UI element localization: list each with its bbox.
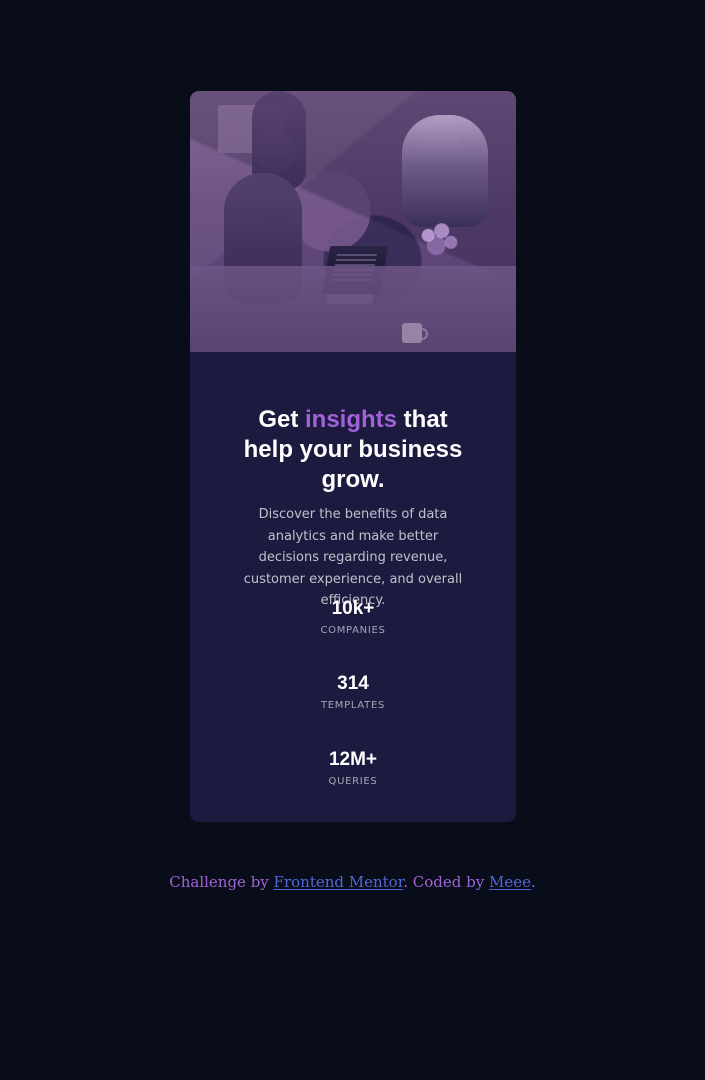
title-accent: insights [305, 406, 398, 433]
page: Get insights that help your business gro… [0, 0, 705, 1080]
card-title: Get insights that help your business gro… [232, 405, 474, 495]
stats-card: Get insights that help your business gro… [190, 91, 516, 822]
footer-prefix: Challenge by [169, 873, 274, 891]
card-description: Discover the benefits of data analytics … [243, 507, 463, 608]
author-link[interactable]: Meee [489, 873, 531, 891]
plant-shape [412, 217, 466, 263]
footer-suffix: . [530, 873, 536, 891]
card-content: Get insights that help your business gro… [190, 352, 516, 822]
title-prefix: Get [258, 406, 305, 433]
stat-companies: 10k+ COMPANIES [190, 597, 516, 637]
stat-label: QUERIES [328, 776, 378, 787]
footer-middle: . Coded by [403, 873, 489, 891]
stat-label: COMPANIES [320, 625, 386, 636]
frontend-mentor-link[interactable]: Frontend Mentor [274, 873, 404, 891]
table-shape [190, 266, 516, 352]
mug-shape [402, 323, 428, 343]
stat-value: 10k+ [331, 598, 375, 619]
stat-value: 12M+ [328, 749, 378, 770]
stat-label: TEMPLATES [320, 700, 386, 711]
stat-queries: 12M+ QUERIES [190, 748, 516, 788]
person-right-shape [402, 115, 488, 227]
stat-templates: 314 TEMPLATES [190, 672, 516, 712]
attribution-footer: Challenge by Frontend Mentor. Coded by M… [0, 872, 705, 892]
stat-value: 314 [337, 673, 369, 694]
team-photo-icon [190, 91, 516, 352]
